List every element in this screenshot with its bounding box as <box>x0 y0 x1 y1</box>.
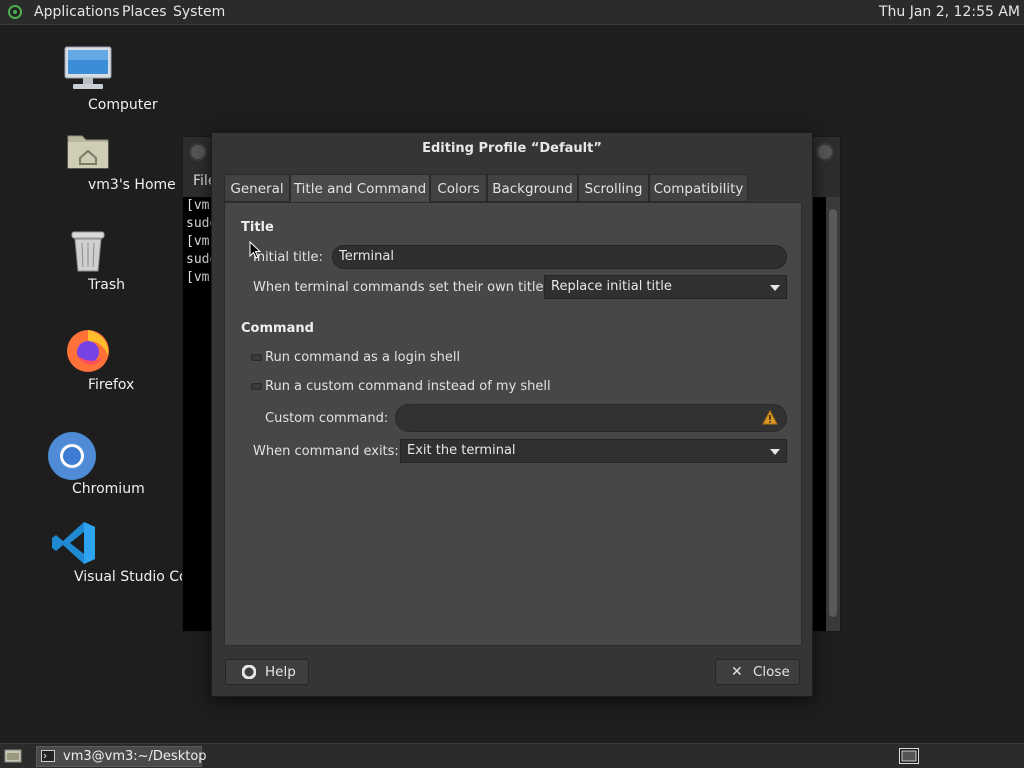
initial-title-label: Initial title: <box>253 250 323 265</box>
exit-label: When command exits: <box>253 444 399 459</box>
custom-command-input <box>395 404 787 432</box>
tab-title-and-command[interactable]: Title and Command <box>290 174 430 203</box>
command-section-heading: Command <box>241 321 314 336</box>
window-close-button[interactable] <box>816 143 834 161</box>
vscode-icon <box>52 522 95 564</box>
exit-action-value: Exit the terminal <box>407 443 516 458</box>
chevron-down-icon <box>770 285 780 291</box>
own-titles-label: When terminal commands set their own tit… <box>253 280 555 295</box>
chromium-icon <box>48 432 96 480</box>
distro-logo-icon[interactable] <box>8 5 22 19</box>
close-button[interactable]: ✕ Close <box>715 659 800 685</box>
help-button-label: Help <box>265 664 296 680</box>
scrollbar-thumb[interactable] <box>829 209 837 617</box>
workspace-switcher-icon[interactable] <box>899 748 919 764</box>
exit-action-dropdown[interactable]: Exit the terminal <box>400 439 787 463</box>
close-icon: ✕ <box>731 664 743 680</box>
tab-colors[interactable]: Colors <box>430 174 487 202</box>
desktop-icon-label: Trash <box>88 277 125 293</box>
trash-icon <box>71 231 105 272</box>
system-menu[interactable]: System <box>173 4 225 20</box>
terminal-scrollbar[interactable] <box>826 197 840 631</box>
warning-icon <box>762 410 778 425</box>
window-menu-button[interactable] <box>189 143 207 161</box>
tab-compatibility[interactable]: Compatibility <box>649 174 748 202</box>
tab-general[interactable]: General <box>224 174 290 202</box>
tab-panel: Title Initial title: Terminal When termi… <box>224 202 802 646</box>
bottom-panel: vm3@vm3:~/Desktop <box>0 743 1024 768</box>
computer-icon <box>64 46 112 89</box>
places-menu[interactable]: Places <box>122 4 167 20</box>
title-section-heading: Title <box>241 220 274 235</box>
own-titles-value: Replace initial title <box>551 279 672 294</box>
profile-preferences-dialog: Editing Profile “Default” General Title … <box>211 132 813 697</box>
applications-menu[interactable]: Applications <box>34 4 120 20</box>
chevron-down-icon <box>770 449 780 455</box>
custom-command-check-label[interactable]: Run a custom command instead of my shell <box>265 379 551 394</box>
tab-scrolling[interactable]: Scrolling <box>578 174 649 202</box>
mouse-cursor-icon <box>249 241 261 259</box>
clock[interactable]: Thu Jan 2, 12:55 AM <box>879 4 1020 20</box>
help-lifebuoy-icon <box>242 665 256 679</box>
custom-command-label: Custom command: <box>265 411 389 426</box>
firefox-icon <box>67 330 109 372</box>
initial-title-input[interactable]: Terminal <box>332 245 787 269</box>
login-shell-label[interactable]: Run command as a login shell <box>265 350 460 365</box>
dialog-title: Editing Profile “Default” <box>422 141 602 156</box>
desktop-icon-label: vm3's Home <box>88 177 176 193</box>
show-desktop-icon[interactable] <box>4 748 22 764</box>
home-folder-icon <box>67 135 109 169</box>
desktop-icon-label: Firefox <box>88 377 135 393</box>
taskbar-terminal-button[interactable]: vm3@vm3:~/Desktop <box>36 746 207 767</box>
login-shell-checkbox[interactable] <box>251 354 262 361</box>
custom-command-checkbox[interactable] <box>251 383 262 390</box>
tab-background[interactable]: Background <box>487 174 578 202</box>
desktop-icon-label: Computer <box>88 97 158 113</box>
help-button[interactable]: Help <box>225 659 309 685</box>
close-button-label: Close <box>753 664 790 680</box>
desktop-icon-label: Chromium <box>72 481 145 497</box>
taskbar-label: vm3@vm3:~/Desktop <box>63 749 207 764</box>
terminal-icon <box>41 750 55 762</box>
own-titles-dropdown[interactable]: Replace initial title <box>544 275 787 299</box>
top-panel: Applications Places System Thu Jan 2, 12… <box>0 0 1024 25</box>
